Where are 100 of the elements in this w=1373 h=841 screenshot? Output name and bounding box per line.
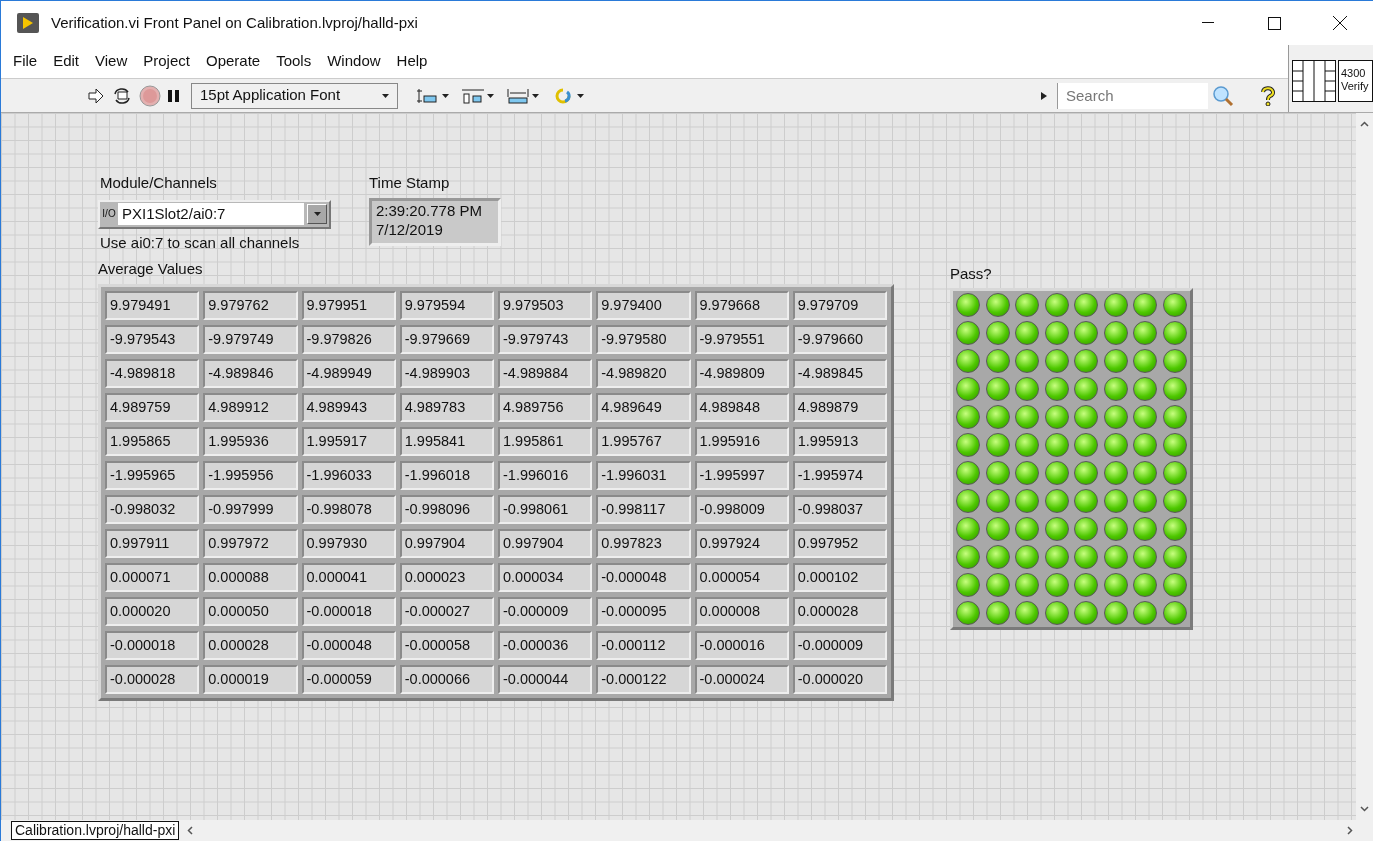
caret-icon: [532, 93, 539, 98]
help-icon[interactable]: [1260, 85, 1276, 106]
numeric-indicator: 0.997911: [105, 528, 200, 558]
run-continuously-icon[interactable]: [111, 85, 133, 106]
vi-icon-text: Verify: [1341, 79, 1370, 93]
numeric-indicator: 0.000020: [105, 596, 200, 626]
numeric-indicator: -0.998061: [498, 494, 593, 524]
numeric-indicator: -0.998117: [596, 494, 691, 524]
numeric-indicator: -4.989845: [792, 358, 887, 388]
numeric-indicator: -1.995974: [792, 460, 887, 490]
numeric-indicator: -0.000028: [105, 664, 200, 694]
numeric-indicator: 0.000054: [694, 562, 789, 592]
numeric-indicator: -0.998032: [105, 494, 200, 524]
numeric-indicator: 9.979668: [694, 290, 789, 320]
channel-selector[interactable]: I/O PXI1Slot2/ai0:7: [98, 199, 331, 229]
hint-text: Use ai0:7 to scan all channels: [100, 232, 301, 253]
menu-item[interactable]: Window: [319, 50, 389, 73]
indicator-label: Time Stamp: [369, 173, 451, 193]
caret-icon: [382, 93, 389, 98]
numeric-indicator: 0.000028: [792, 596, 887, 626]
numeric-indicator: -0.998078: [301, 494, 396, 524]
run-arrow-icon[interactable]: [87, 86, 105, 105]
numeric-indicator: 9.979762: [203, 290, 298, 320]
io-tag-icon: I/O: [102, 209, 116, 219]
numeric-indicator: -1.996033: [301, 460, 396, 490]
vi-icon-text: 4300: [1341, 66, 1367, 80]
scroll-down-icon[interactable]: [1360, 806, 1369, 812]
numeric-indicator: -1.996018: [399, 460, 494, 490]
vertical-scrollbar[interactable]: [1356, 113, 1373, 820]
numeric-indicator: 0.997924: [694, 528, 789, 558]
numeric-indicator: -0.997999: [203, 494, 298, 524]
menu-item[interactable]: File: [5, 50, 46, 73]
numeric-indicator: -0.000059: [301, 664, 396, 694]
expand-arrow-icon[interactable]: [1041, 91, 1047, 100]
numeric-indicator: -9.979669: [399, 324, 494, 354]
indicator-label: Average Values: [98, 259, 204, 279]
resize-icon: [506, 86, 530, 105]
numeric-indicator: -1.995956: [203, 460, 298, 490]
numeric-indicator: -0.000044: [498, 664, 593, 694]
menu-item[interactable]: View: [87, 50, 136, 73]
numeric-indicator: 4.989649: [596, 392, 691, 422]
numeric-indicator: -0.000048: [301, 630, 396, 660]
scroll-right-icon[interactable]: [1347, 826, 1353, 835]
caret-icon: [313, 212, 321, 216]
search-icon[interactable]: [1212, 84, 1234, 107]
numeric-indicator: 1.995767: [596, 426, 691, 456]
numeric-indicator: 4.989756: [498, 392, 593, 422]
control-label: Module/Channels: [100, 173, 218, 193]
numeric-indicator: -4.989884: [498, 358, 593, 388]
menu-item[interactable]: Project: [135, 50, 198, 73]
scroll-up-icon[interactable]: [1360, 121, 1369, 127]
numeric-indicator: -4.989846: [203, 358, 298, 388]
menu-item[interactable]: Edit: [45, 50, 88, 73]
scroll-left-icon[interactable]: [187, 826, 194, 835]
close-icon: [1333, 16, 1347, 30]
numeric-indicator: -9.979826: [301, 324, 396, 354]
menu-item[interactable]: Operate: [197, 50, 269, 73]
numeric-indicator: 0.000034: [498, 562, 593, 592]
numeric-indicator: -0.000036: [498, 630, 593, 660]
numeric-indicator: 0.997904: [498, 528, 593, 558]
numeric-indicator: -9.979543: [105, 324, 200, 354]
numeric-indicator: -4.989818: [105, 358, 200, 388]
numeric-indicator: 4.989943: [301, 392, 396, 422]
numeric-indicator: 9.979400: [596, 290, 691, 320]
menu-item[interactable]: Help: [388, 50, 436, 73]
font-dropdown[interactable]: 15pt Application Font: [191, 82, 398, 109]
numeric-indicator: 0.997952: [792, 528, 887, 558]
numeric-indicator: 0.000102: [792, 562, 887, 592]
numeric-indicator: 1.995841: [399, 426, 494, 456]
minimize-icon: [1202, 22, 1214, 24]
numeric-indicator: -0.998037: [792, 494, 887, 524]
distribute-icon: [461, 86, 485, 105]
numeric-indicator: -0.998009: [694, 494, 789, 524]
numeric-indicator: 0.000008: [694, 596, 789, 626]
timestamp-text: 7/12/2019: [376, 219, 444, 239]
numeric-indicator: -1.996031: [596, 460, 691, 490]
numeric-indicator: 1.995861: [498, 426, 593, 456]
pause-icon[interactable]: [167, 87, 181, 104]
numeric-indicator: -0.000016: [694, 630, 789, 660]
app-logo-icon: [17, 13, 39, 33]
numeric-indicator: 0.000041: [301, 562, 396, 592]
numeric-indicator: -0.000018: [105, 630, 200, 660]
dropdown-icon[interactable]: [307, 204, 327, 224]
connector-pane-icon: [1292, 59, 1336, 102]
numeric-indicator: -9.979660: [792, 324, 887, 354]
numeric-indicator: -1.996016: [498, 460, 593, 490]
numeric-indicator: -4.989820: [596, 358, 691, 388]
numeric-indicator: 0.997823: [596, 528, 691, 558]
search-field[interactable]: Search: [1058, 82, 1208, 109]
align-icon: [416, 86, 440, 105]
numeric-indicator: 0.000023: [399, 562, 494, 592]
numeric-indicator: 0.000028: [203, 630, 298, 660]
project-tab[interactable]: Calibration.lvproj/halld-pxi: [11, 821, 180, 840]
numeric-indicator: -0.000018: [301, 596, 396, 626]
caret-icon: [442, 93, 449, 98]
numeric-indicator: 4.989879: [792, 392, 887, 422]
numeric-indicator: 1.995865: [105, 426, 200, 456]
menu-item[interactable]: Tools: [268, 50, 320, 73]
numeric-indicator: 0.000071: [105, 562, 200, 592]
numeric-indicator: -9.979749: [203, 324, 298, 354]
